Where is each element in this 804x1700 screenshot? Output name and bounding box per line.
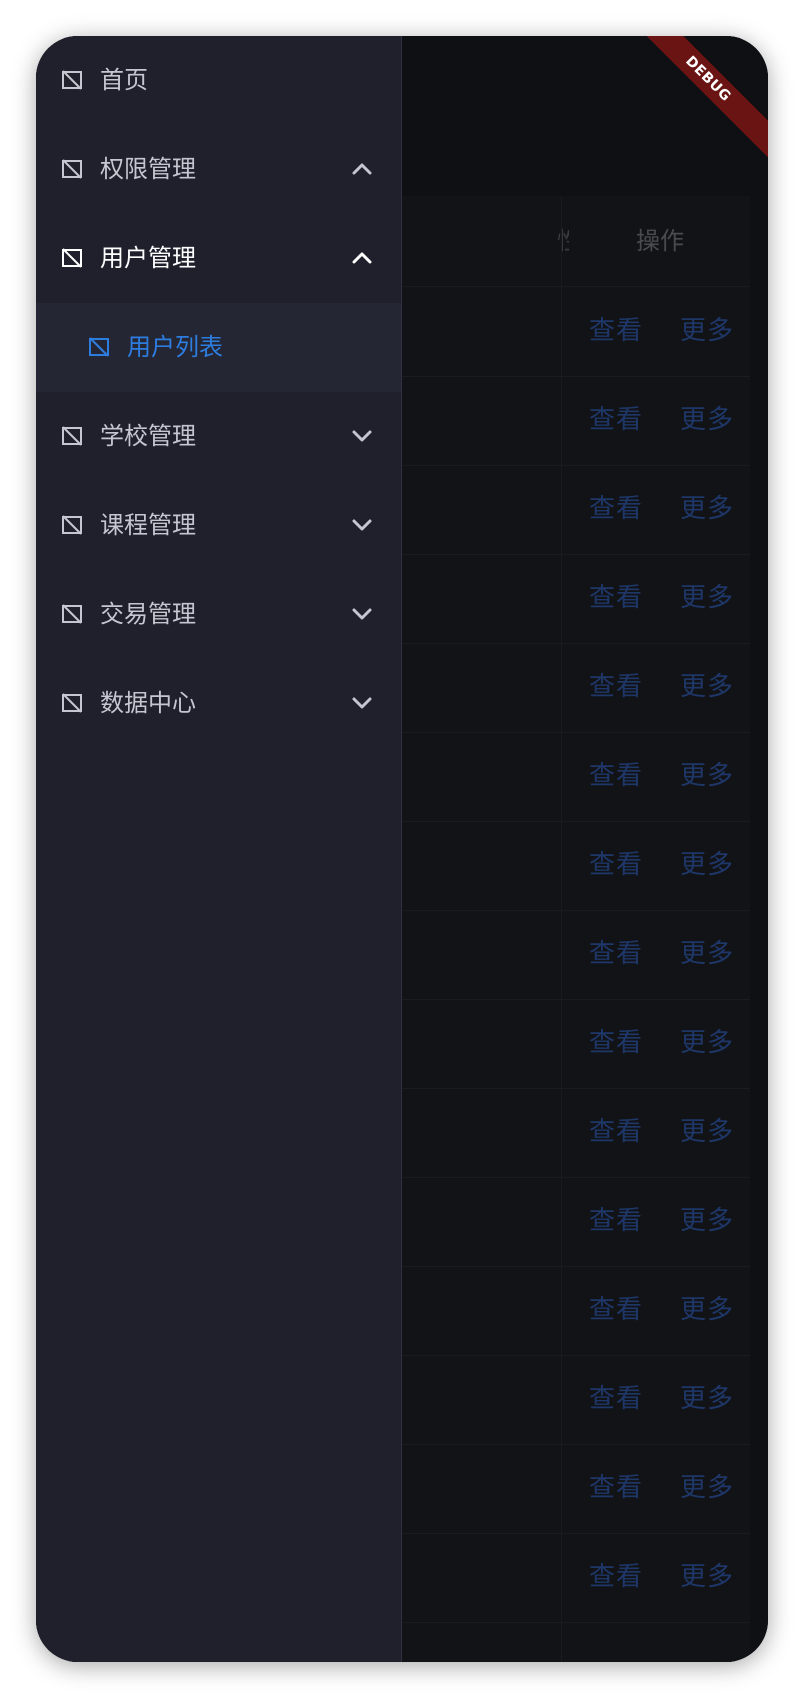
view-link[interactable]: 查看 [589, 1117, 643, 1147]
view-link[interactable]: 查看 [589, 1562, 643, 1592]
view-link[interactable]: 查看 [589, 1028, 643, 1058]
more-link[interactable]: 更多 [680, 316, 734, 346]
more-link[interactable]: 更多 [680, 1206, 734, 1236]
chevron-up-icon[interactable] [351, 161, 373, 177]
more-link[interactable]: 更多 [680, 1028, 734, 1058]
view-link[interactable]: 查看 [589, 672, 643, 702]
more-link[interactable]: 更多 [680, 494, 734, 524]
more-link[interactable]: 更多 [680, 672, 734, 702]
more-link[interactable]: 更多 [680, 1384, 734, 1414]
more-link[interactable]: 更多 [680, 1473, 734, 1503]
more-link[interactable]: 更多 [680, 1562, 734, 1592]
menu-item-home[interactable]: 首页 [36, 36, 401, 125]
view-link[interactable]: 查看 [589, 1295, 643, 1325]
more-link[interactable]: 更多 [680, 583, 734, 613]
view-link[interactable]: 查看 [589, 1473, 643, 1503]
image-off-icon [62, 159, 82, 179]
image-off-icon [62, 70, 82, 90]
image-off-icon [62, 604, 82, 624]
menu-item-course-management[interactable]: 课程管理 [36, 481, 401, 570]
image-off-icon [89, 337, 109, 357]
nav-drawer: 首页 权限管理 用户管理 用户列表 学校管理 课程管理 交易管理 数据中心 [36, 36, 402, 1662]
more-link[interactable]: 更多 [680, 405, 734, 435]
view-link[interactable]: 查看 [589, 939, 643, 969]
view-link[interactable]: 查看 [589, 583, 643, 613]
menu-label: 首页 [100, 66, 148, 94]
menu-label: 课程管理 [100, 511, 196, 539]
menu-label: 用户管理 [100, 244, 196, 272]
menu-label: 数据中心 [100, 689, 196, 717]
view-link[interactable]: 查看 [589, 850, 643, 880]
menu-label: 用户列表 [127, 333, 223, 361]
view-link[interactable]: 查看 [589, 316, 643, 346]
menu-label: 学校管理 [100, 422, 196, 450]
chevron-down-icon[interactable] [351, 517, 373, 533]
view-link[interactable]: 查看 [589, 1384, 643, 1414]
menu-item-data-center[interactable]: 数据中心 [36, 659, 401, 748]
menu-item-user-management[interactable]: 用户管理 [36, 214, 401, 303]
menu-label: 权限管理 [100, 155, 196, 183]
view-link[interactable]: 查看 [589, 494, 643, 524]
menu-item-school-management[interactable]: 学校管理 [36, 392, 401, 481]
more-link[interactable]: 更多 [680, 850, 734, 880]
image-off-icon [62, 693, 82, 713]
image-off-icon [62, 426, 82, 446]
more-link[interactable]: 更多 [680, 939, 734, 969]
chevron-up-icon[interactable] [351, 250, 373, 266]
table-header-partial-cell: 性 [557, 226, 569, 256]
menu-item-trade-management[interactable]: 交易管理 [36, 570, 401, 659]
view-link[interactable]: 查看 [589, 761, 643, 791]
view-link[interactable]: 查看 [589, 405, 643, 435]
app-screen: 性 操作 查看更多查看更多查看更多查看更多查看更多查看更多查看更多查看更多查看更… [36, 36, 768, 1662]
more-link[interactable]: 更多 [680, 1117, 734, 1147]
image-off-icon [62, 248, 82, 268]
chevron-down-icon[interactable] [351, 428, 373, 444]
view-link[interactable]: 查看 [589, 1206, 643, 1236]
table-header-ops: 操作 [636, 227, 684, 255]
chevron-down-icon[interactable] [351, 606, 373, 622]
image-off-icon [62, 515, 82, 535]
menu-item-permissions[interactable]: 权限管理 [36, 125, 401, 214]
chevron-down-icon[interactable] [351, 695, 373, 711]
more-link[interactable]: 更多 [680, 761, 734, 791]
more-link[interactable]: 更多 [680, 1295, 734, 1325]
menu-label: 交易管理 [100, 600, 196, 628]
menu-item-user-list[interactable]: 用户列表 [36, 303, 401, 392]
